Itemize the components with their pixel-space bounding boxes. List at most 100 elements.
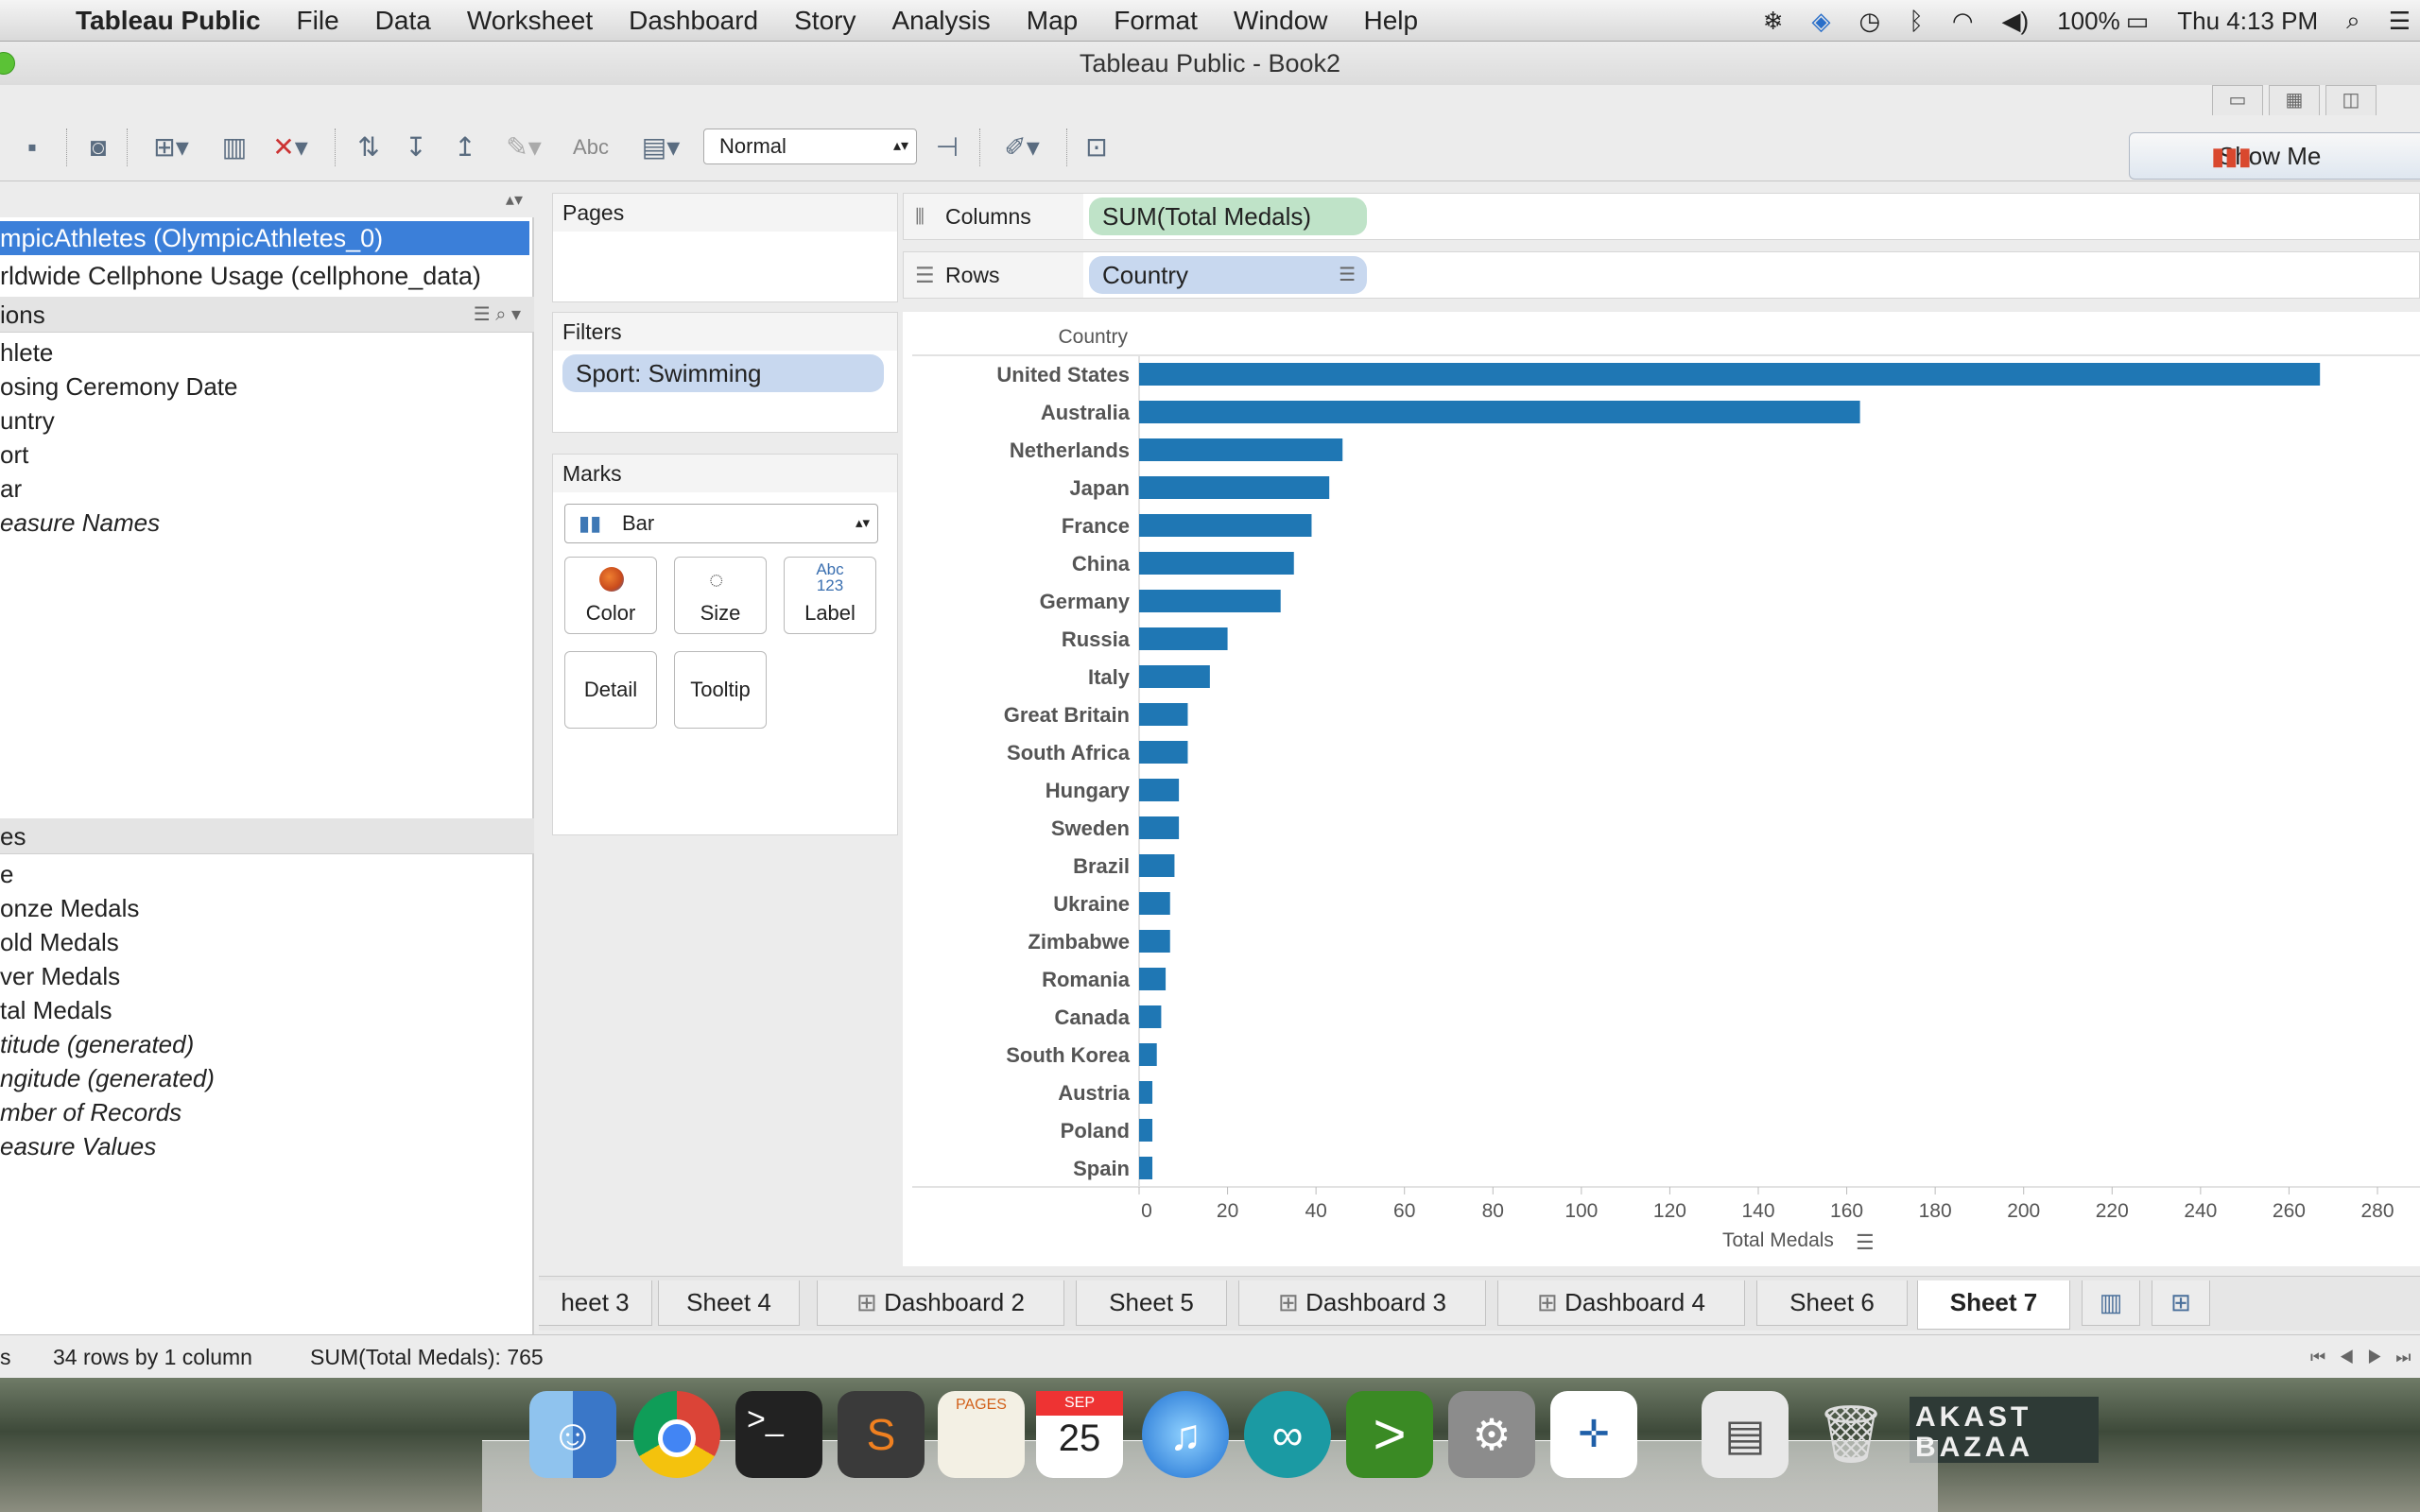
y-tick-label[interactable]: Netherlands bbox=[1010, 438, 1130, 462]
menu-story[interactable]: Story bbox=[794, 6, 856, 36]
y-tick-label[interactable]: Japan bbox=[1069, 476, 1130, 500]
color-button[interactable]: Color bbox=[564, 557, 657, 634]
tab-dashboard-3[interactable]: ⊞ Dashboard 3 bbox=[1238, 1280, 1486, 1326]
menu-format[interactable]: Format bbox=[1114, 6, 1198, 36]
axis-sort-icon[interactable]: ☰ bbox=[1856, 1230, 1875, 1254]
y-tick-label[interactable]: Sweden bbox=[1051, 816, 1130, 840]
data-source-icon[interactable]: ◫ bbox=[2325, 85, 2377, 115]
columns-shelf[interactable]: ⦀ Columns SUM(Total Medals) bbox=[903, 193, 2420, 240]
bar-spain[interactable] bbox=[1139, 1157, 1153, 1179]
bar-poland[interactable] bbox=[1139, 1119, 1153, 1142]
terminal-icon[interactable]: >_ bbox=[735, 1391, 822, 1478]
y-tick-label[interactable]: South Africa bbox=[1007, 741, 1131, 765]
mark-type-select[interactable]: ▮▮ Bar ▴▾ bbox=[564, 504, 878, 543]
pin-icon[interactable]: ⊣ bbox=[928, 127, 966, 168]
new-data-source-icon[interactable]: ◙ bbox=[81, 127, 115, 168]
tableau-icon[interactable]: ✛ bbox=[1550, 1391, 1637, 1478]
snowflake-icon[interactable]: ❄ bbox=[1763, 7, 1784, 36]
tab-sheet-5[interactable]: Sheet 5 bbox=[1076, 1280, 1227, 1326]
bar-france[interactable] bbox=[1139, 514, 1312, 537]
field-silver-medals[interactable]: ver Medals bbox=[0, 962, 120, 991]
tooltip-button[interactable]: Tooltip bbox=[674, 651, 767, 729]
detail-button[interactable]: Detail bbox=[564, 651, 657, 729]
columns-pill-sum-total-medals[interactable]: SUM(Total Medals) bbox=[1089, 198, 1367, 235]
tab-sheet-7[interactable]: Sheet 7 bbox=[1917, 1280, 2070, 1330]
field-gold-medals[interactable]: old Medals bbox=[0, 928, 119, 957]
itunes-icon[interactable]: ♫ bbox=[1142, 1391, 1229, 1478]
y-tick-label[interactable]: France bbox=[1062, 514, 1130, 538]
bar-canada[interactable] bbox=[1139, 1005, 1162, 1028]
clock[interactable]: Thu 4:13 PM bbox=[2177, 7, 2318, 36]
menu-worksheet[interactable]: Worksheet bbox=[467, 6, 593, 36]
y-tick-label[interactable]: China bbox=[1072, 552, 1131, 576]
bar-zimbabwe[interactable] bbox=[1139, 930, 1170, 953]
new-worksheet-tab-icon[interactable]: ▥ bbox=[2082, 1280, 2140, 1326]
presentation-view-icon[interactable]: ▭ bbox=[2212, 85, 2263, 115]
wifi-icon[interactable]: ◠ bbox=[1952, 7, 1974, 36]
bar-china[interactable] bbox=[1139, 552, 1294, 575]
data-source-item-olympic[interactable]: mpicAthletes (OlympicAthletes_0) bbox=[0, 221, 529, 255]
bar-russia[interactable] bbox=[1139, 627, 1228, 650]
bar-austria[interactable] bbox=[1139, 1081, 1153, 1104]
chrome-icon[interactable] bbox=[633, 1391, 720, 1478]
y-tick-label[interactable]: Germany bbox=[1040, 590, 1131, 613]
y-tick-label[interactable]: Hungary bbox=[1046, 779, 1131, 802]
y-tick-label[interactable]: Austria bbox=[1058, 1081, 1131, 1105]
bar-germany[interactable] bbox=[1139, 590, 1281, 612]
save-icon[interactable]: ▪ bbox=[15, 127, 49, 168]
sheet-navigation-icons[interactable]: ⏮◀▶⏭ bbox=[2310, 1335, 2420, 1379]
y-tick-label[interactable]: Australia bbox=[1041, 401, 1131, 424]
new-worksheet-icon[interactable]: ⊞▾ bbox=[142, 127, 200, 168]
field-measure-values[interactable]: easure Values bbox=[0, 1132, 156, 1161]
show-labels-button[interactable]: Abc bbox=[567, 127, 614, 168]
time-machine-icon[interactable]: ◷ bbox=[1859, 7, 1881, 36]
bar-romania[interactable] bbox=[1139, 968, 1167, 990]
sort-ascending-icon[interactable]: ↧ bbox=[397, 127, 435, 168]
y-tick-label[interactable]: Ukraine bbox=[1053, 892, 1130, 916]
bar-ukraine[interactable] bbox=[1139, 892, 1170, 915]
menu-data[interactable]: Data bbox=[375, 6, 431, 36]
calendar-icon[interactable]: SEP 25 bbox=[1036, 1391, 1123, 1478]
tab-dashboard-2[interactable]: ⊞ Dashboard 2 bbox=[817, 1280, 1064, 1326]
sheet-sorter-icon[interactable]: ▦ bbox=[2269, 85, 2320, 115]
field-country[interactable]: untry bbox=[0, 406, 55, 436]
y-tick-label[interactable]: South Korea bbox=[1006, 1043, 1131, 1067]
y-tick-label[interactable]: Zimbabwe bbox=[1028, 930, 1130, 954]
arduino-icon[interactable]: ∞ bbox=[1244, 1391, 1331, 1478]
field-latitude[interactable]: titude (generated) bbox=[0, 1030, 194, 1059]
sort-arrows-icon[interactable]: ▴▾ bbox=[506, 181, 523, 217]
rows-pill-country[interactable]: Country ☰ bbox=[1089, 256, 1367, 294]
field-athlete[interactable]: hlete bbox=[0, 338, 53, 368]
y-tick-label[interactable]: Poland bbox=[1061, 1119, 1130, 1143]
field-number-of-records[interactable]: mber of Records bbox=[0, 1098, 182, 1127]
pages-card[interactable]: Pages bbox=[552, 193, 898, 302]
menu-app-name[interactable]: Tableau Public bbox=[76, 6, 261, 36]
new-dashboard-tab-icon[interactable]: ⊞ bbox=[2152, 1280, 2210, 1326]
trash-icon[interactable]: 🗑 bbox=[1807, 1391, 1894, 1478]
y-tick-label[interactable]: Great Britain bbox=[1004, 703, 1130, 727]
filter-pill-sport[interactable]: Sport: Swimming bbox=[562, 354, 884, 392]
clear-sheet-icon[interactable]: ✕▾ bbox=[261, 127, 320, 168]
bar-great-britain[interactable] bbox=[1139, 703, 1188, 726]
sublime-text-icon[interactable]: S bbox=[838, 1391, 925, 1478]
field-year[interactable]: ar bbox=[0, 474, 22, 504]
bar-sweden[interactable] bbox=[1139, 816, 1180, 839]
y-tick-label[interactable]: Romania bbox=[1042, 968, 1131, 991]
menu-window[interactable]: Window bbox=[1234, 6, 1328, 36]
notification-center-icon[interactable]: ☰ bbox=[2389, 7, 2411, 36]
field-age[interactable]: e bbox=[0, 860, 13, 889]
menu-help[interactable]: Help bbox=[1364, 6, 1419, 36]
pages-icon[interactable]: PAGES bbox=[938, 1391, 1025, 1478]
fit-select[interactable]: Normal ▴▾ bbox=[703, 129, 917, 164]
sort-descending-icon[interactable]: ☰ bbox=[1339, 256, 1356, 294]
bar-japan[interactable] bbox=[1139, 476, 1330, 499]
tab-dashboard-4[interactable]: ⊞ Dashboard 4 bbox=[1497, 1280, 1745, 1326]
tab-sheet-4[interactable]: Sheet 4 bbox=[658, 1280, 800, 1326]
rows-shelf[interactable]: ☰ Rows Country ☰ bbox=[903, 251, 2420, 299]
tab-sheet-6[interactable]: Sheet 6 bbox=[1756, 1280, 1908, 1326]
bar-south-korea[interactable] bbox=[1139, 1043, 1157, 1066]
y-tick-label[interactable]: Russia bbox=[1062, 627, 1131, 651]
bar-netherlands[interactable] bbox=[1139, 438, 1343, 461]
data-source-item-cellphone[interactable]: rldwide Cellphone Usage (cellphone_data) bbox=[0, 259, 529, 293]
dimension-tools-icon[interactable]: ☰ ⌕ ▾ bbox=[474, 297, 521, 333]
